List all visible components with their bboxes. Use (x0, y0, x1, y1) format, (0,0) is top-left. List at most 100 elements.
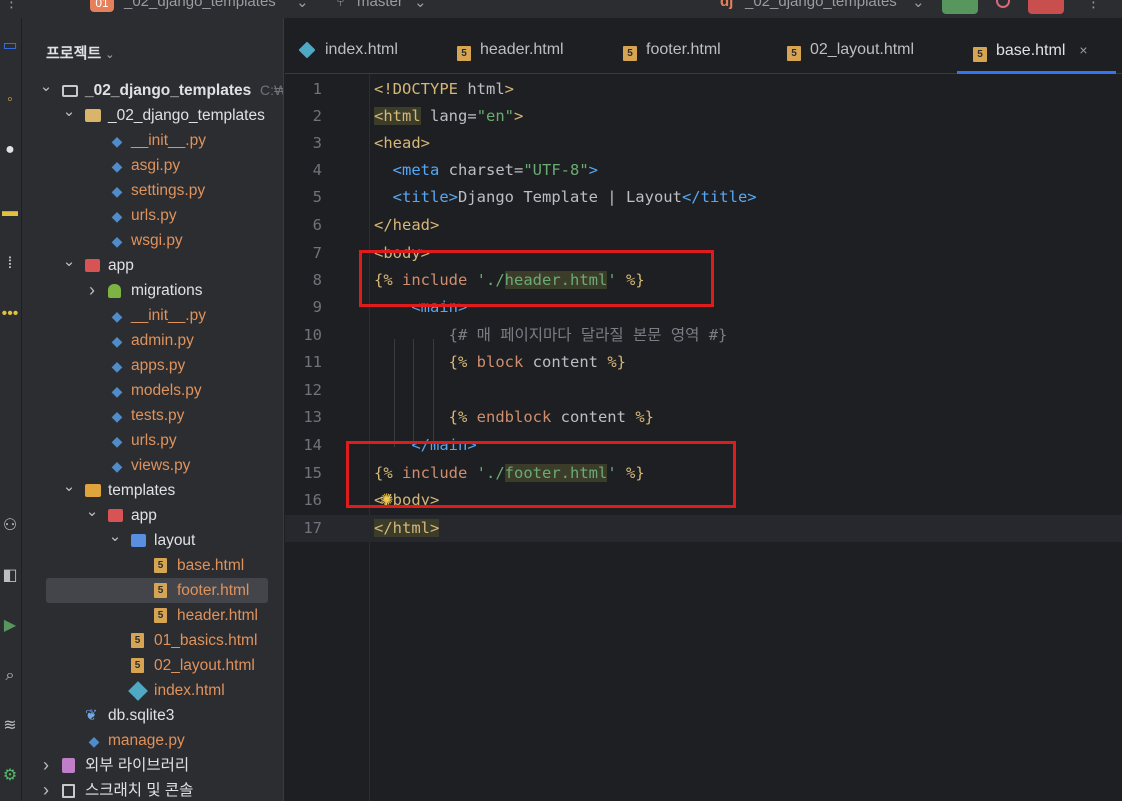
tree-item[interactable]: ◆ apps.py (22, 353, 283, 378)
chevron-down-icon[interactable]: ⌄ (62, 249, 76, 274)
tree-item[interactable]: ◆ __init__.py (22, 303, 283, 328)
commit-tool-icon[interactable]: ◦ (0, 88, 20, 112)
branch-name[interactable]: master (357, 0, 403, 10)
folder-icon (85, 109, 101, 122)
run-config-chevron-down-icon[interactable]: ⌄ (912, 0, 925, 11)
github-icon[interactable]: ● (0, 138, 20, 162)
tree-item-label: migrations (131, 282, 203, 299)
python-file-icon: ◆ (111, 458, 123, 474)
html5-icon: 5 (131, 658, 144, 673)
run-button[interactable] (942, 0, 978, 14)
html5-icon: 5 (154, 608, 167, 623)
chevron-down-icon[interactable]: ⌄ (39, 74, 53, 99)
library-icon (62, 758, 75, 773)
tree-item[interactable]: ⌄ layout (22, 528, 283, 553)
python-console-icon[interactable]: ⚇ (0, 514, 20, 538)
branch-icon: ⑂ (336, 0, 346, 10)
tree-item[interactable]: ⌄ templates (22, 478, 283, 503)
services-icon[interactable]: ◧ (0, 564, 20, 588)
tree-item-label: templates (108, 482, 176, 499)
more-icon[interactable]: ⋮ (1086, 0, 1101, 11)
tab-footer-html[interactable]: 5 footer.html (623, 36, 721, 74)
code-line-4: 4 <meta charset="UTF-8"> (312, 161, 599, 179)
tree-item[interactable]: ◆ asgi.py (22, 153, 283, 178)
project-badge[interactable]: 01 (90, 0, 114, 12)
tree-item-label: 02_layout.html (154, 657, 255, 674)
settings-gear-icon[interactable]: ⚙ (0, 764, 20, 788)
html5-icon: 5 (154, 558, 167, 573)
tree-item[interactable]: ◆ urls.py (22, 428, 283, 453)
tree-item-label: footer.html (177, 582, 250, 599)
django-template-icon (298, 41, 316, 59)
tree-item[interactable]: 5 header.html (22, 603, 283, 628)
project-name[interactable]: _02_django_templates (124, 0, 276, 10)
chevron-right-icon[interactable]: › (85, 278, 99, 303)
tree-item[interactable]: index.html (22, 678, 283, 703)
tree-item[interactable]: ◆ __init__.py (22, 128, 283, 153)
project-chevron-down-icon[interactable]: ⌄ (296, 0, 309, 11)
chevron-down-icon[interactable]: ⌄ (85, 499, 99, 524)
tree-item[interactable]: › migrations (22, 278, 283, 303)
scratch-icon (62, 784, 75, 798)
chevron-right-icon[interactable]: › (39, 778, 53, 801)
chevron-down-icon: ⌄ (105, 49, 115, 61)
code-line-6: 6 </head> (312, 216, 440, 234)
template-folder-icon (85, 484, 101, 497)
html5-icon: 5 (623, 46, 637, 61)
tab-header-html[interactable]: 5 header.html (457, 36, 564, 74)
tree-item[interactable]: › 외부 라이브러리 (22, 753, 283, 778)
tree-item[interactable]: ◆ settings.py (22, 178, 283, 203)
close-icon[interactable]: × (1079, 42, 1087, 58)
tab-base-html[interactable]: 5 base.html × (957, 36, 1116, 74)
tab-02-layout-html[interactable]: 5 02_layout.html (787, 36, 914, 74)
annotation-box-header-include (359, 250, 714, 307)
structure-icon[interactable]: ▬ (0, 200, 20, 224)
debug-icon[interactable] (996, 0, 1010, 8)
tree-item[interactable]: ◆ urls.py (22, 203, 283, 228)
more-tools-icon[interactable]: ••• (0, 302, 20, 326)
layers-icon[interactable]: ≋ (0, 714, 20, 738)
tab-label: index.html (325, 41, 398, 58)
stop-button[interactable] (1028, 0, 1064, 14)
project-tool-icon[interactable]: ▭ (0, 34, 20, 58)
chevron-down-icon[interactable]: ⌄ (108, 524, 122, 549)
tree-item[interactable]: ◆ tests.py (22, 403, 283, 428)
tree-item[interactable]: ⌄ app (22, 253, 283, 278)
code-line-1: 1 <!DOCTYPE html> (312, 80, 514, 98)
tree-item[interactable]: 5 01_basics.html (22, 628, 283, 653)
migrations-icon (108, 284, 121, 298)
tree-item[interactable]: ⌄ _02_django_templates (22, 103, 283, 128)
search-icon[interactable]: ⌕ (0, 664, 20, 688)
html5-icon: 5 (973, 47, 987, 62)
tree-item[interactable]: 5 02_layout.html (22, 653, 283, 678)
chevron-right-icon[interactable]: › (39, 753, 53, 778)
tree-item-label: app (108, 257, 134, 274)
tree-item-path: C:₩ (260, 82, 283, 98)
tree-item[interactable]: › 스크래치 및 콘솔 (22, 778, 283, 801)
tree-item-label: asgi.py (131, 157, 181, 174)
tree-item-label: tests.py (131, 407, 185, 424)
python-file-icon: ◆ (111, 183, 123, 199)
database-icon[interactable]: ⁞ (0, 252, 20, 276)
tree-item[interactable]: ⌄ app (22, 503, 283, 528)
project-panel-header[interactable]: 프로젝트 ⌄ (46, 42, 114, 63)
main-menu-icon[interactable]: ⋮ (4, 0, 19, 11)
tree-item-label: models.py (131, 382, 202, 399)
chevron-down-icon[interactable]: ⌄ (62, 474, 76, 499)
run-config-name[interactable]: _02_django_templates (745, 0, 897, 10)
tab-index-html[interactable]: index.html (298, 36, 398, 74)
tree-item-label: index.html (154, 682, 225, 699)
tree-item[interactable]: ❦ db.sqlite3 (22, 703, 283, 728)
tree-item[interactable]: ◆ models.py (22, 378, 283, 403)
tree-item[interactable]: 5 base.html (22, 553, 283, 578)
tree-item-label: layout (154, 532, 196, 549)
tree-item[interactable]: 5 footer.html (46, 578, 268, 603)
tree-item-label: urls.py (131, 432, 177, 449)
tree-item[interactable]: ◆ admin.py (22, 328, 283, 353)
folder-icon (62, 85, 78, 97)
tree-item[interactable]: ◆ manage.py (22, 728, 283, 753)
branch-chevron-down-icon[interactable]: ⌄ (414, 0, 427, 11)
tree-item-label: __init__.py (131, 132, 206, 149)
run-tool-icon[interactable]: ▶ (0, 614, 20, 638)
chevron-down-icon[interactable]: ⌄ (62, 99, 76, 124)
